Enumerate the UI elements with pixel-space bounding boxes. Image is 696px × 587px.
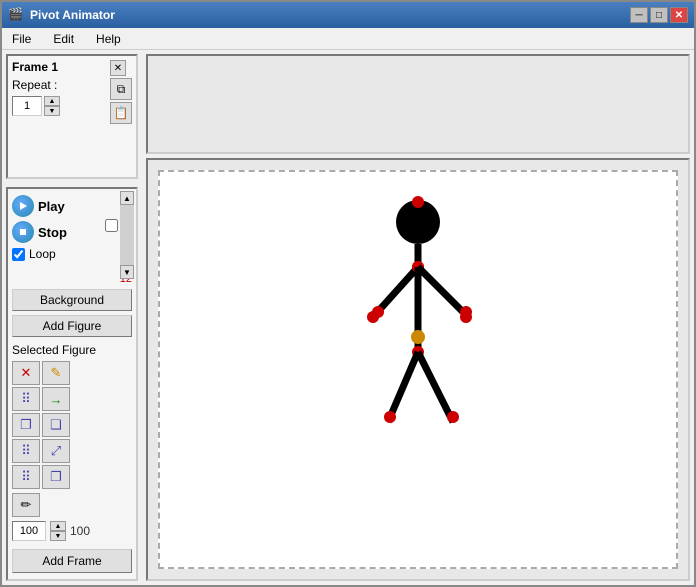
stop-label: Stop — [38, 225, 67, 240]
copy-button-1[interactable]: ❐ — [12, 413, 40, 437]
figure-tools: ✕ ✎ ⠿ → ❐ ❑ ⠿ ⤢ ⠿ ❐ — [12, 361, 132, 489]
size-input[interactable] — [12, 521, 46, 541]
title-bar-left: 🎬 Pivot Animator — [8, 7, 115, 23]
arrow-button[interactable]: → — [42, 387, 70, 411]
play-stop-controls: Play Stop Loop — [12, 195, 132, 269]
title-controls: ─ □ ✕ — [630, 7, 688, 23]
loop-checkbox[interactable] — [12, 248, 25, 261]
drawing-area[interactable] — [146, 158, 690, 581]
stop-circle-icon — [12, 221, 34, 243]
main-window: 🎬 Pivot Animator ─ □ ✕ File Edit Help Fr… — [0, 0, 696, 587]
background-button[interactable]: Background — [12, 289, 132, 311]
loop-label: Loop — [29, 247, 56, 261]
canvas-area — [142, 50, 694, 585]
menu-help[interactable]: Help — [90, 30, 127, 48]
play-label: Play — [38, 199, 65, 214]
copy-button-2[interactable]: ❑ — [42, 413, 70, 437]
stickman-svg — [318, 182, 518, 482]
frame-count: 12 — [12, 273, 132, 285]
edit-figure-button[interactable]: ✎ — [42, 361, 70, 385]
scroll-track — [120, 205, 134, 265]
dots-button-2[interactable]: ⠿ — [12, 439, 40, 463]
menu-edit[interactable]: Edit — [47, 30, 80, 48]
minimize-button[interactable]: ─ — [630, 7, 648, 23]
expand-button[interactable]: ⤢ — [42, 439, 70, 463]
palette-button[interactable]: ⠿ — [12, 465, 40, 489]
repeat-input[interactable] — [12, 96, 42, 116]
main-content: Frame 1 ✕ ⧉ 📋 Repeat : ▲ ▼ — [2, 50, 694, 585]
option-checkbox[interactable] — [105, 219, 118, 232]
section-scrollbar: ▲ ▼ — [120, 191, 134, 279]
size-row: ▲ ▼ 100 — [12, 521, 132, 541]
title-bar: 🎬 Pivot Animator ─ □ ✕ — [2, 2, 694, 28]
frame-section: Frame 1 ✕ ⧉ 📋 Repeat : ▲ ▼ — [6, 54, 138, 179]
repeat-label: Repeat : — [12, 78, 57, 92]
repeat-spinner-buttons: ▲ ▼ — [44, 96, 60, 116]
frame-header: Frame 1 ✕ ⧉ 📋 — [12, 60, 132, 74]
size-display: 100 — [70, 524, 90, 538]
controls-section: ▲ ▼ Play — [6, 187, 138, 581]
repeat-increment[interactable]: ▲ — [44, 96, 60, 106]
window-title: Pivot Animator — [30, 8, 115, 22]
frame-copy-button[interactable]: ⧉ — [110, 78, 132, 100]
repeat-decrement[interactable]: ▼ — [44, 106, 60, 116]
frame-close-button[interactable]: ✕ — [110, 60, 126, 76]
scroll-down-button[interactable]: ▼ — [120, 265, 134, 279]
size-decrement[interactable]: ▼ — [50, 531, 66, 541]
menu-file[interactable]: File — [6, 30, 37, 48]
app-icon: 🎬 — [8, 7, 24, 23]
frame-paste-button[interactable]: 📋 — [110, 102, 132, 124]
add-frame-button[interactable]: Add Frame — [12, 549, 132, 573]
selected-figure-label: Selected Figure — [12, 343, 132, 357]
menu-bar: File Edit Help — [2, 28, 694, 50]
layer-button[interactable]: ❐ — [42, 465, 70, 489]
delete-figure-button[interactable]: ✕ — [12, 361, 40, 385]
scroll-up-button[interactable]: ▲ — [120, 191, 134, 205]
size-increment[interactable]: ▲ — [50, 521, 66, 531]
frame-strip — [146, 54, 690, 154]
left-panel: Frame 1 ✕ ⧉ 📋 Repeat : ▲ ▼ — [2, 50, 142, 585]
frame-title: Frame 1 — [12, 60, 58, 74]
play-circle-icon — [12, 195, 34, 217]
extra-tools-row: ✏ — [12, 493, 132, 517]
size-spinner-buttons: ▲ ▼ — [50, 521, 66, 541]
drawing-canvas[interactable] — [158, 170, 678, 569]
close-button[interactable]: ✕ — [670, 7, 688, 23]
pencil-tool-button[interactable]: ✏ — [12, 493, 40, 517]
play-button[interactable]: Play — [12, 195, 132, 217]
maximize-button[interactable]: □ — [650, 7, 668, 23]
dots-button-1[interactable]: ⠿ — [12, 387, 40, 411]
loop-row: Loop — [12, 247, 132, 261]
add-figure-button[interactable]: Add Figure — [12, 315, 132, 337]
